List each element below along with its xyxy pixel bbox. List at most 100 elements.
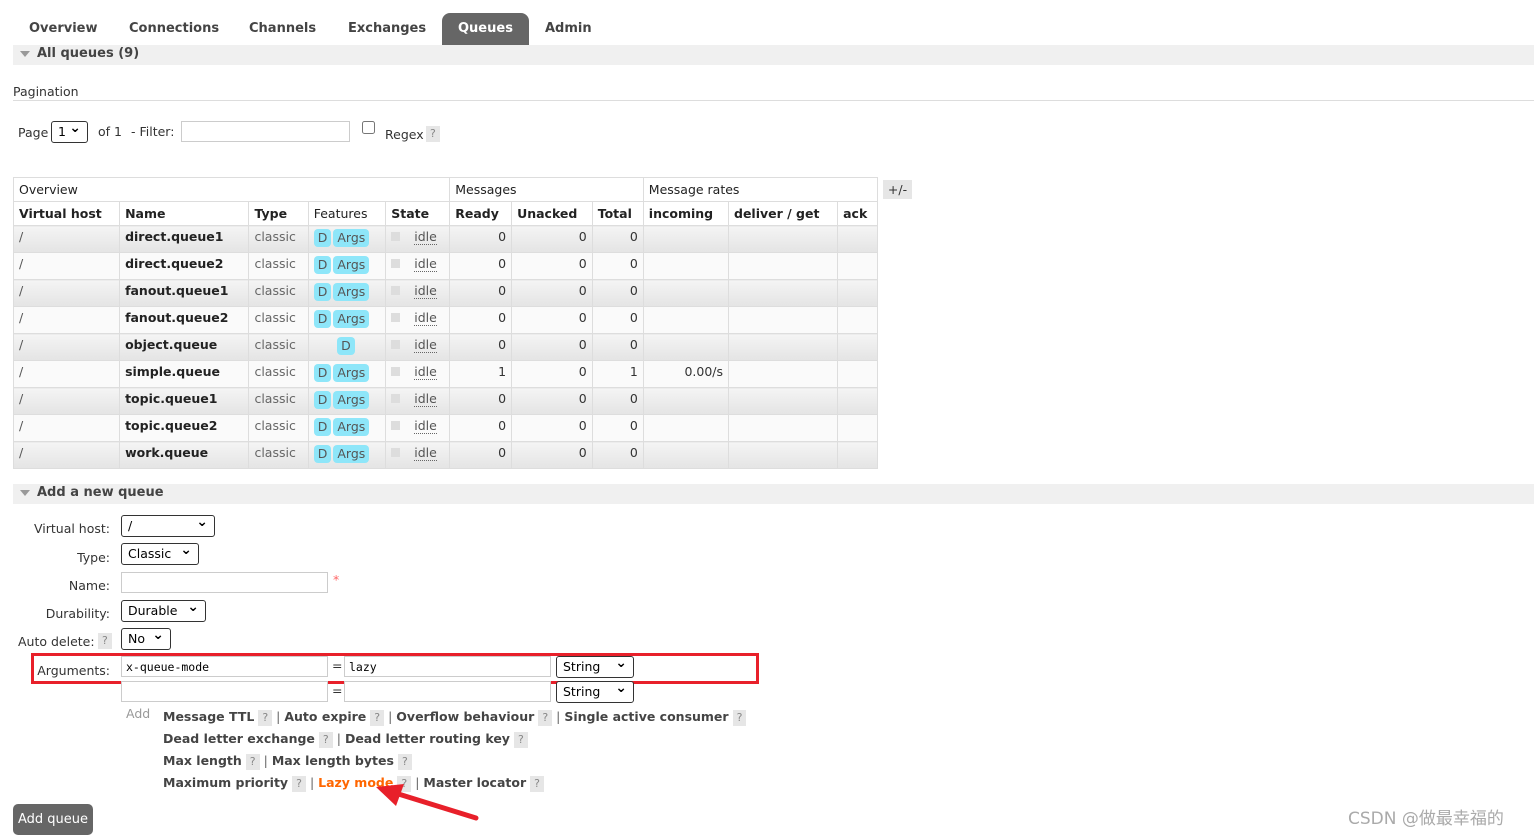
collapse-triangle-icon	[20, 490, 30, 496]
columns-toggle-button[interactable]: +/-	[883, 180, 912, 199]
arg-link-dead-letter-exchange[interactable]: Dead letter exchange	[163, 731, 315, 746]
arg1-key-input[interactable]	[121, 656, 328, 677]
help-icon[interactable]: ?	[530, 776, 544, 792]
col-name[interactable]: Name	[119, 201, 250, 226]
help-icon[interactable]: ?	[258, 710, 273, 726]
args-badge[interactable]: Args	[333, 283, 370, 301]
help-icon[interactable]: ?	[318, 732, 333, 748]
durable-badge[interactable]: D	[313, 445, 332, 463]
incoming-cell	[642, 279, 730, 307]
durable-badge[interactable]: D	[313, 283, 332, 301]
regex-label: Regex	[385, 127, 424, 142]
tab-queues[interactable]: Queues	[442, 13, 529, 45]
durable-badge[interactable]: D	[313, 364, 332, 382]
tab-channels[interactable]: Channels	[249, 13, 316, 45]
table-row: / fanout.queue1 classic D Args idle 0 0 0	[12, 279, 878, 307]
queue-name-link[interactable]: fanout.queue2	[119, 306, 250, 334]
tab-connections[interactable]: Connections	[129, 13, 219, 45]
arg-link-dead-letter-routing-key[interactable]: Dead letter routing key	[345, 731, 510, 746]
tab-admin[interactable]: Admin	[545, 13, 592, 45]
queue-name-link[interactable]: direct.queue2	[119, 252, 250, 280]
arg-link-max-length-bytes[interactable]: Max length bytes	[272, 753, 394, 768]
state-text: idle	[414, 337, 437, 353]
col-state[interactable]: State	[385, 201, 451, 226]
queue-name-link[interactable]: topic.queue2	[119, 414, 250, 442]
col-incoming[interactable]: incoming	[642, 201, 730, 226]
auto-delete-help[interactable]: ?	[98, 633, 112, 649]
queue-name-link[interactable]: topic.queue1	[119, 387, 250, 415]
arg2-key-input[interactable]	[121, 681, 328, 702]
add-queue-button[interactable]: Add queue	[13, 804, 93, 835]
args-badge[interactable]: Args	[333, 418, 370, 436]
arguments-label: Arguments:	[37, 663, 110, 678]
help-icon[interactable]: ?	[732, 710, 747, 726]
state-text: idle	[414, 364, 437, 380]
queue-name-link[interactable]: object.queue	[119, 333, 250, 361]
queue-name-link[interactable]: direct.queue1	[119, 225, 250, 253]
col-unacked[interactable]: Unacked	[511, 201, 593, 226]
col-type[interactable]: Type	[248, 201, 309, 226]
queue-name-link[interactable]: work.queue	[119, 441, 250, 469]
add-queue-header[interactable]: Add a new queue	[13, 484, 1534, 504]
help-icon[interactable]: ?	[397, 754, 412, 770]
vhost-select[interactable]: /	[121, 512, 215, 537]
help-icon[interactable]: ?	[245, 754, 260, 770]
all-queues-header[interactable]: All queues (9)	[13, 45, 1534, 65]
auto-delete-label: Auto delete:	[18, 634, 95, 649]
col-virtual-host[interactable]: Virtual host	[12, 201, 121, 226]
arg-link-maximum-priority[interactable]: Maximum priority	[163, 775, 288, 790]
args-badge[interactable]: Args	[333, 364, 370, 382]
features-cell: D Args	[307, 387, 387, 415]
args-badge[interactable]: Args	[333, 310, 370, 328]
queue-name-link[interactable]: fanout.queue1	[119, 279, 250, 307]
deliver-cell	[727, 333, 839, 361]
col-deliver-get[interactable]: deliver / get	[727, 201, 839, 226]
arg1-type-select[interactable]: String	[556, 653, 634, 678]
args-badge[interactable]: Args	[333, 229, 370, 247]
ready-cell: 0	[449, 252, 513, 280]
arg-link-message-ttl[interactable]: Message TTL	[163, 709, 254, 724]
name-input[interactable]	[121, 572, 328, 593]
durable-badge[interactable]: D	[313, 229, 332, 247]
table-row: / topic.queue2 classic D Args idle 0 0 0	[12, 414, 878, 442]
help-icon[interactable]: ?	[513, 732, 528, 748]
durable-badge[interactable]: D	[313, 418, 332, 436]
arg-link-auto-expire[interactable]: Auto expire	[284, 709, 366, 724]
page-select[interactable]: 1	[51, 118, 88, 143]
tab-exchanges[interactable]: Exchanges	[348, 13, 426, 45]
queue-name-link[interactable]: simple.queue	[119, 360, 250, 388]
arg1-value-input[interactable]	[344, 656, 551, 677]
regex-help[interactable]: ?	[426, 126, 440, 142]
durable-badge[interactable]: D	[313, 310, 332, 328]
filter-input[interactable]	[181, 121, 350, 142]
durable-badge[interactable]: D	[313, 256, 332, 274]
help-icon[interactable]: ?	[538, 710, 553, 726]
args-badge[interactable]: Args	[333, 256, 370, 274]
help-icon[interactable]: ?	[292, 776, 306, 792]
arg2-value-input[interactable]	[344, 681, 551, 702]
col-ack[interactable]: ack	[837, 201, 878, 226]
durable-badge[interactable]: D	[313, 391, 332, 409]
total-cell: 1	[591, 360, 644, 388]
durable-badge[interactable]: D	[337, 337, 355, 355]
args-badge[interactable]: Args	[333, 391, 370, 409]
arg-link-single-active-consumer[interactable]: Single active consumer	[564, 709, 728, 724]
page-value: 1	[58, 124, 66, 139]
red-arrow-annotation	[376, 784, 479, 821]
regex-checkbox[interactable]	[362, 121, 375, 134]
col-total[interactable]: Total	[591, 201, 644, 226]
arg2-type-select[interactable]: String	[556, 678, 634, 703]
state-cell: idle	[385, 414, 451, 442]
auto-delete-select[interactable]: No	[121, 625, 171, 650]
type-select[interactable]: Classic	[121, 540, 199, 565]
arg-link-max-length[interactable]: Max length	[163, 753, 242, 768]
col-ready[interactable]: Ready	[449, 201, 513, 226]
durability-select[interactable]: Durable	[121, 597, 206, 622]
col-features[interactable]: Features	[307, 201, 387, 226]
arg-link-overflow-behaviour[interactable]: Overflow behaviour	[396, 709, 534, 724]
argument-shortcut-line: Max length? | Max length bytes?	[163, 750, 750, 772]
tab-overview[interactable]: Overview	[29, 13, 98, 45]
args-badge[interactable]: Args	[333, 445, 370, 463]
unacked-cell: 0	[511, 387, 593, 415]
help-icon[interactable]: ?	[370, 710, 385, 726]
